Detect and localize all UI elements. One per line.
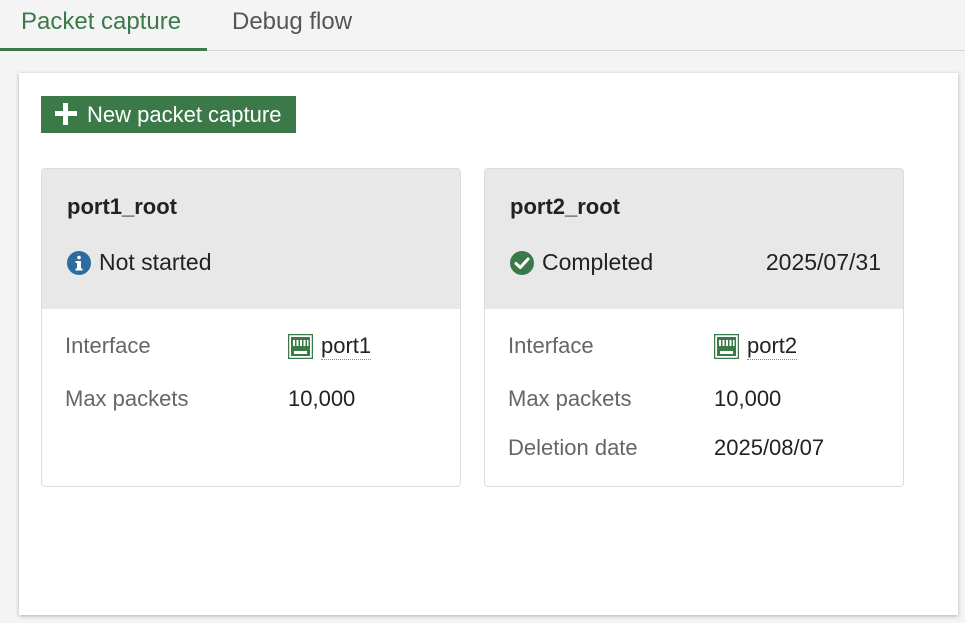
interface-link[interactable]: port2 xyxy=(714,333,798,360)
new-packet-capture-button[interactable]: New packet capture xyxy=(41,96,296,133)
new-packet-capture-label: New packet capture xyxy=(87,102,282,127)
status-text: Completed xyxy=(542,249,654,275)
status: Completed xyxy=(510,249,653,276)
main-panel: New packet capture port1_root Not starte… xyxy=(19,73,958,615)
capture-card[interactable]: port1_root Not started Interface port1 M… xyxy=(41,168,461,487)
status-date: 2025/07/31 xyxy=(765,249,881,275)
deletion-date-value: 2025/08/07 xyxy=(714,435,825,460)
check-circle-icon xyxy=(510,250,534,275)
card-title: port1_root xyxy=(67,194,177,219)
card-header: port2_root Completed 2025/07/31 xyxy=(485,169,903,309)
interface-label: Interface xyxy=(508,333,594,358)
max-packets-value: 10,000 xyxy=(714,386,782,411)
interface-value: port1 xyxy=(321,333,372,360)
plus-icon xyxy=(55,103,77,125)
interface-value: port2 xyxy=(747,333,798,360)
interface-label: Interface xyxy=(65,333,151,358)
max-packets-value: 10,000 xyxy=(288,386,356,411)
tab-debug-flow[interactable]: Debug flow xyxy=(211,0,381,51)
max-packets-label: Max packets xyxy=(65,386,189,411)
interface-link[interactable]: port1 xyxy=(288,333,372,360)
status: Not started xyxy=(67,249,212,276)
tab-packet-capture[interactable]: Packet capture xyxy=(0,0,207,51)
status-text: Not started xyxy=(99,249,212,275)
tab-bar: Packet capture Debug flow xyxy=(0,0,965,51)
deletion-date-label: Deletion date xyxy=(508,435,638,460)
capture-card[interactable]: port2_root Completed 2025/07/31 Interfac… xyxy=(484,168,904,487)
card-title: port2_root xyxy=(510,194,620,219)
ethernet-port-icon xyxy=(714,334,739,359)
max-packets-label: Max packets xyxy=(508,386,632,411)
ethernet-port-icon xyxy=(288,334,313,359)
card-header: port1_root Not started xyxy=(42,169,460,309)
info-icon xyxy=(67,250,91,275)
